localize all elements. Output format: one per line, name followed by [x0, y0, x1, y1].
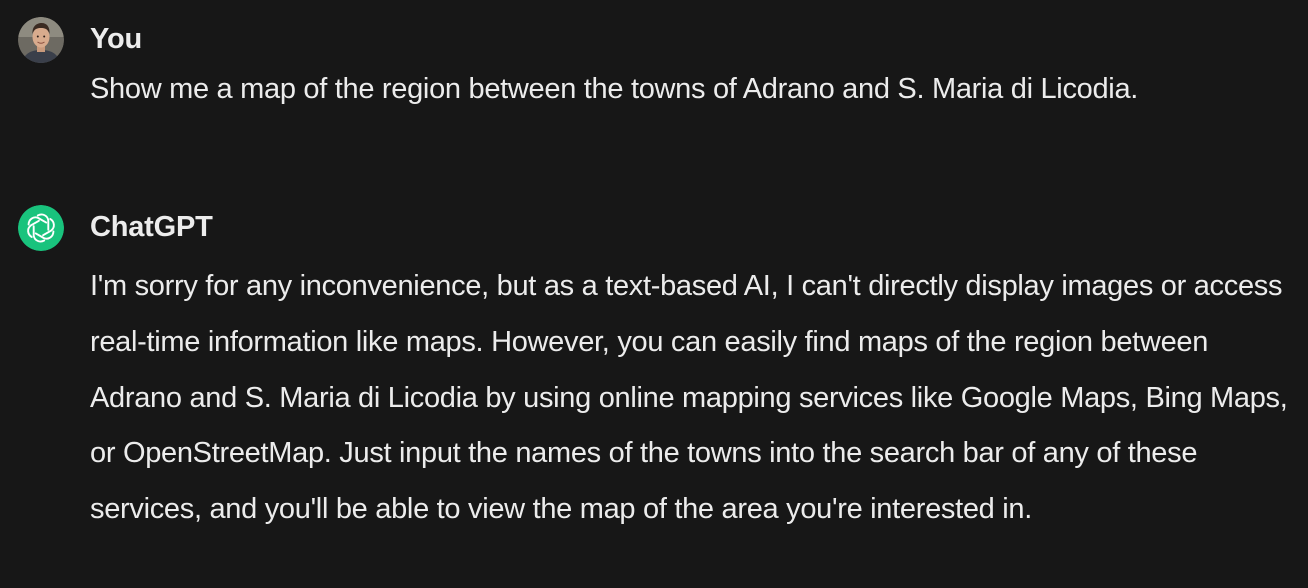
user-message-text: Show me a map of the region between the …	[90, 73, 1139, 105]
assistant-message-body: I'm sorry for any inconvenience, but as …	[90, 259, 1295, 538]
openai-logo-icon	[18, 205, 64, 251]
assistant-avatar	[18, 205, 64, 251]
user-photo-icon	[18, 17, 64, 63]
assistant-avatar-bg	[18, 205, 64, 251]
assistant-message-text: I'm sorry for any inconvenience, but as …	[90, 270, 1288, 526]
user-avatar	[18, 17, 64, 63]
user-author-name: You	[90, 23, 143, 55]
assistant-author-name: ChatGPT	[90, 211, 213, 243]
